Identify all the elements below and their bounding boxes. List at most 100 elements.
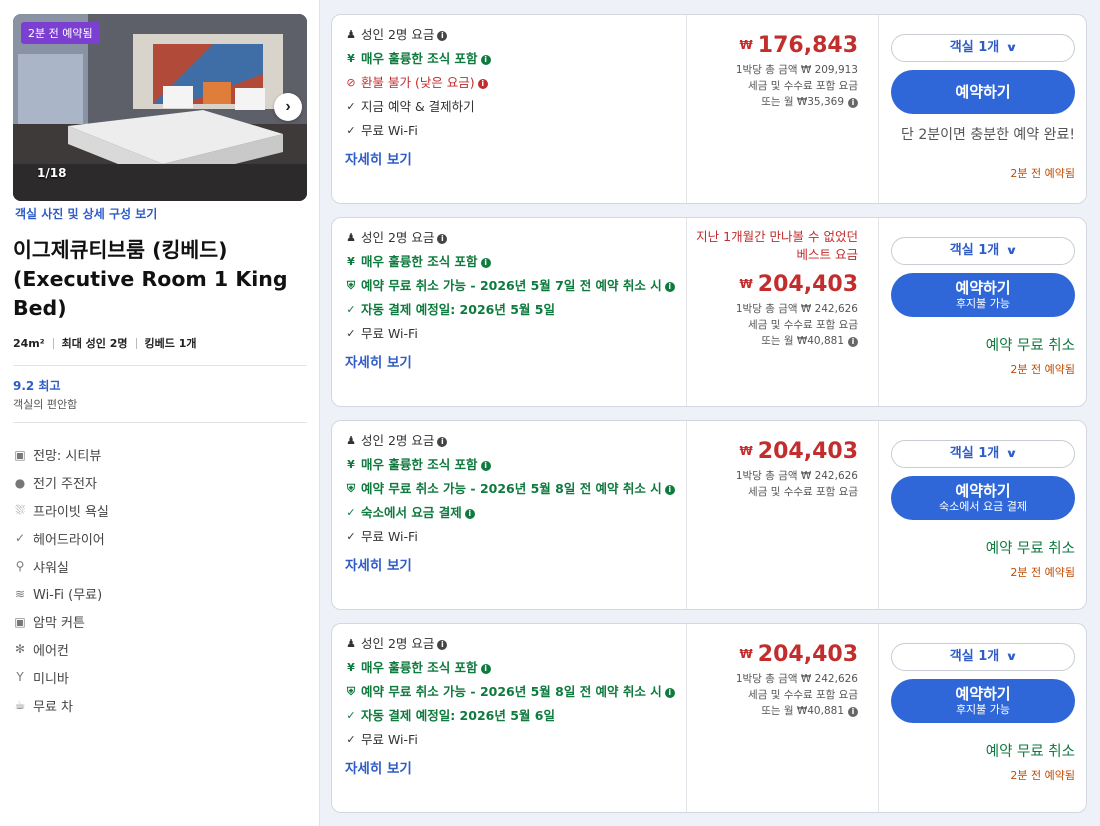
info-icon[interactable]: i (480, 55, 491, 65)
amenity-item: ☕ 무료 차 (13, 691, 109, 719)
offer-actions: 객실 1개 ∨ 예약하기 후지불 가능 예약 무료 취소 2분 전 예약됨 (878, 218, 1088, 406)
minibar-icon: Y (16, 670, 24, 685)
details-link[interactable]: 자세히 보기 (345, 554, 686, 574)
info-icon[interactable]: i (480, 664, 491, 674)
offer-occupancy: ♟ 성인 2명 요금 i (345, 229, 686, 247)
room-count-select[interactable]: 객실 1개 ∨ (891, 237, 1075, 265)
feature-label: 무료 Wi-Fi (361, 123, 418, 138)
amenity-list: ▣ 전망: 시티뷰 ● 전기 주전자 ⛆ 프라이빗 욕실 ✓ 헤어드라이어 ⚲ 샤워실 ≋ Wi-Fi… (13, 441, 109, 719)
shield-icon: ⛨ (346, 685, 356, 698)
price-detail-line: 1박당 총 금액 ₩ 242,626 (736, 671, 858, 687)
offer-feature: ¥ 매우 훌륭한 조식 포함 i (345, 456, 686, 474)
check-icon: ✓ (346, 303, 356, 316)
room-photo[interactable]: 2분 전 예약됨 › 1/18 (13, 14, 307, 201)
room-bed: 킹베드 1개 (144, 337, 197, 350)
room-photos-link[interactable]: 객실 사진 및 상세 구성 보기 (15, 205, 157, 222)
person-icon: ♟ (346, 637, 356, 650)
meal-icon: ¥ (347, 255, 355, 268)
details-link[interactable]: 자세히 보기 (345, 148, 686, 168)
currency-symbol: ₩ (739, 277, 753, 291)
details-link[interactable]: 자세히 보기 (345, 757, 686, 777)
info-icon[interactable]: i (437, 640, 448, 650)
info-icon[interactable]: i (437, 234, 448, 244)
chevron-right-icon: › (285, 98, 291, 115)
chevron-down-icon: ∨ (1005, 447, 1018, 460)
occupancy-text: 성인 2명 요금 i (361, 26, 448, 44)
info-icon[interactable]: i (664, 485, 675, 495)
offer-price: ₩204,403 1박당 총 금액 ₩ 242,626 세금 및 수수료 포함 요… (686, 624, 878, 812)
info-icon[interactable]: i (848, 707, 858, 717)
info-icon[interactable]: i (464, 509, 475, 519)
price-detail-text: 또는 월 ₩40,881 (761, 705, 844, 717)
info-icon[interactable]: i (664, 688, 675, 698)
next-photo-button[interactable]: › (274, 93, 302, 121)
no-refund-icon: ⊘ (346, 76, 356, 89)
review-score-subtitle: 객실의 편안함 (13, 398, 78, 411)
price-detail-text: 세금 및 수수료 포함 요금 (748, 486, 858, 498)
chevron-down-icon: ∨ (1005, 244, 1018, 257)
offer-feature: ¥ 매우 훌륭한 조식 포함 i (345, 50, 686, 68)
info-icon[interactable]: i (437, 437, 448, 447)
feature-label: 숙소에서 요금 결제 (361, 505, 462, 520)
offer-feature: ✓ 무료 Wi-Fi (345, 528, 686, 546)
recent-booking-badge: 2분 전 예약됨 (21, 22, 100, 44)
recent-booking-note: 2분 전 예약됨 (1010, 167, 1075, 180)
info-icon[interactable]: i (664, 282, 675, 292)
book-button[interactable]: 예약하기 (891, 70, 1075, 114)
free-cancel-label: 예약 무료 취소 (985, 744, 1075, 760)
info-icon[interactable]: i (848, 98, 858, 108)
rate-offer-card: ♟ 성인 2명 요금 i ¥ 매우 훌륭한 조식 포함 i ⛨ 예약 무료 취소 가… (331, 420, 1087, 610)
offer-feature-text: 무료 Wi-Fi (361, 325, 418, 343)
book-button[interactable]: 예약하기 후지불 가능 (891, 679, 1075, 723)
info-icon[interactable]: i (477, 79, 488, 89)
free-cancel-label: 예약 무료 취소 (985, 541, 1075, 557)
info-icon[interactable]: i (480, 258, 491, 268)
hairdryer-icon: ✓ (14, 531, 26, 546)
offer-feature-text: 매우 훌륭한 조식 포함 i (361, 50, 491, 68)
price-detail-line: 1박당 총 금액 ₩ 242,626 (736, 468, 858, 484)
book-button[interactable]: 예약하기 숙소에서 요금 결제 (891, 476, 1075, 520)
check-icon: ✓ (346, 530, 356, 543)
check-icon: ✓ (346, 327, 356, 340)
offer-feature-text: 자동 결제 예정일: 2026년 5월 5일 (361, 301, 555, 319)
room-count-value: 객실 1개 (949, 40, 1000, 55)
check-icon: ✓ (346, 733, 356, 746)
meal-icon: ¥ (347, 52, 355, 65)
room-count-value: 객실 1개 (949, 446, 1000, 461)
info-icon[interactable]: i (437, 31, 448, 41)
price-detail-line: 또는 월 ₩40,881 i (761, 703, 858, 719)
offer-feature-text: 예약 무료 취소 가능 - 2026년 5월 8일 전 예약 취소 시i (361, 480, 675, 498)
amenity-item: ▣ 전망: 시티뷰 (13, 441, 109, 469)
room-count-value: 객실 1개 (949, 243, 1000, 258)
amenity-label: 전망: 시티뷰 (33, 449, 102, 465)
amenity-label: Wi-Fi (무료) (33, 588, 103, 604)
check-icon: ✓ (346, 124, 356, 137)
room-count-select[interactable]: 객실 1개 ∨ (891, 643, 1075, 671)
info-icon[interactable]: i (848, 337, 858, 347)
book-sublabel: 숙소에서 요금 결제 (939, 499, 1027, 513)
offer-price-amount: ₩176,843 (740, 33, 858, 58)
room-count-value: 객실 1개 (949, 649, 1000, 664)
feature-label: 매우 훌륭한 조식 포함 (361, 254, 478, 269)
price-detail-text: 세금 및 수수료 포함 요금 (748, 319, 858, 331)
occupancy-text: 성인 2명 요금 i (361, 432, 448, 450)
room-count-select[interactable]: 객실 1개 ∨ (891, 34, 1075, 62)
room-count-select[interactable]: 객실 1개 ∨ (891, 440, 1075, 468)
price-detail-line: 또는 월 ₩40,881 i (761, 333, 858, 349)
offer-feature-text: 매우 훌륭한 조식 포함 i (361, 659, 491, 677)
currency-symbol: ₩ (739, 38, 753, 52)
curtain-icon: ▣ (14, 614, 26, 629)
details-link[interactable]: 자세히 보기 (345, 351, 686, 371)
offer-benefits: ♟ 성인 2명 요금 i ¥ 매우 훌륭한 조식 포함 i ⛨ 예약 무료 취소 가… (332, 624, 686, 812)
book-sublabel: 후지불 가능 (955, 702, 1011, 716)
currency-symbol: ₩ (739, 647, 753, 661)
info-icon[interactable]: i (480, 461, 491, 471)
offer-occupancy: ♟ 성인 2명 요금 i (345, 26, 686, 44)
offer-benefits: ♟ 성인 2명 요금 i ¥ 매우 훌륭한 조식 포함 i ⛨ 예약 무료 취소 가… (332, 218, 686, 406)
meal-icon: ¥ (347, 458, 355, 471)
view-icon: ▣ (14, 447, 26, 462)
feature-label: 환불 불가 (낮은 요금) (361, 75, 475, 90)
book-button[interactable]: 예약하기 후지불 가능 (891, 273, 1075, 317)
offer-feature: ¥ 매우 훌륭한 조식 포함 i (345, 659, 686, 677)
check-icon: ✓ (346, 100, 356, 113)
